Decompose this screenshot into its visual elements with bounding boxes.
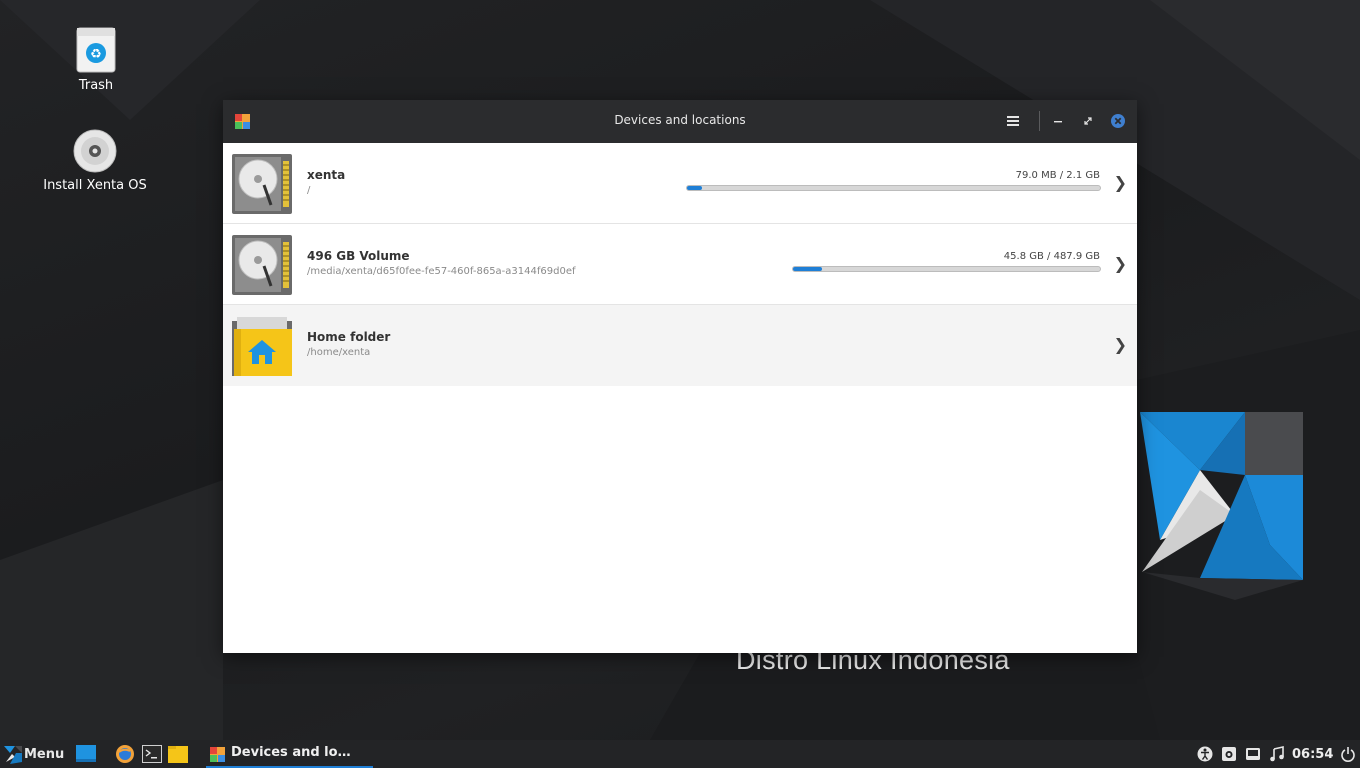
network-icon[interactable] [1245,746,1261,762]
window-title: Devices and locations [614,113,746,127]
usage-bar [686,185,1101,191]
hard-drive-icon [232,235,292,295]
minimize-button[interactable] [1048,111,1068,131]
trash-icon: ♻ [76,27,116,73]
app-icon [210,747,225,762]
music-icon[interactable] [1269,746,1285,762]
desktop-icon-label: Install Xenta OS [43,178,147,193]
device-row-volume[interactable]: 496 GB Volume /media/xenta/d65f0fee-fe57… [223,224,1137,305]
device-usage: 45.8 GB / 487.9 GB [1003,251,1100,262]
menu-button[interactable]: Menu [0,740,70,768]
desktop-icon-label: Trash [78,78,114,93]
menu-label: Menu [24,747,65,762]
device-usage: 79.0 MB / 2.1 GB [1015,170,1100,181]
cd-icon [73,129,117,173]
minimize-icon [1054,121,1062,123]
home-folder-icon [232,317,292,376]
browser-launcher-icon[interactable] [115,744,135,764]
device-row-home[interactable]: Home folder /home/xenta ❯ [223,305,1137,386]
files-launcher-icon[interactable] [168,744,188,764]
hard-drive-icon [232,154,292,214]
usage-bar-fill [793,267,822,271]
device-path: / [307,185,311,196]
device-name: xenta [307,168,346,182]
chevron-right-icon[interactable]: ❯ [1114,254,1127,273]
hamburger-menu-button[interactable] [1003,111,1023,131]
chevron-right-icon[interactable]: ❯ [1114,335,1127,354]
screenshot-icon[interactable] [1221,746,1237,762]
accessibility-icon[interactable] [1197,746,1213,762]
hamburger-icon [1007,116,1019,126]
titlebar-divider [1039,111,1040,131]
desktop-icon-trash[interactable]: ♻ Trash [41,26,151,93]
terminal-launcher-icon[interactable] [142,744,162,764]
usage-bar-fill [687,186,703,190]
clock[interactable]: 06:54 [1292,747,1333,762]
power-icon[interactable] [1340,746,1356,762]
close-icon [1111,114,1125,128]
xenta-logo-icon [4,746,22,764]
chevron-right-icon[interactable]: ❯ [1114,173,1127,192]
device-row-xenta[interactable]: xenta / 79.0 MB / 2.1 GB ❯ [223,143,1137,224]
usage-bar [792,266,1101,272]
devices-window: Devices and locations xenta / 79.0 MB / … [223,100,1137,653]
taskbar-task-devices[interactable]: Devices and lo… [206,740,373,768]
desktop-icon-install[interactable]: Install Xenta OS [40,128,150,193]
taskbar-task-label: Devices and lo… [231,745,351,760]
device-path: /media/xenta/d65f0fee-fe57-460f-865a-a31… [307,266,576,277]
show-desktop-icon[interactable] [76,744,96,764]
device-name: 496 GB Volume [307,249,410,263]
maximize-button[interactable] [1078,111,1098,131]
close-button[interactable] [1108,111,1128,131]
maximize-icon [1084,117,1092,125]
window-titlebar[interactable]: Devices and locations [223,100,1137,143]
svg-text:♻: ♻ [90,47,102,62]
taskbar: Menu Devices and lo… 06:54 [0,740,1360,768]
device-name: Home folder [307,330,391,344]
device-path: /home/xenta [307,347,371,358]
